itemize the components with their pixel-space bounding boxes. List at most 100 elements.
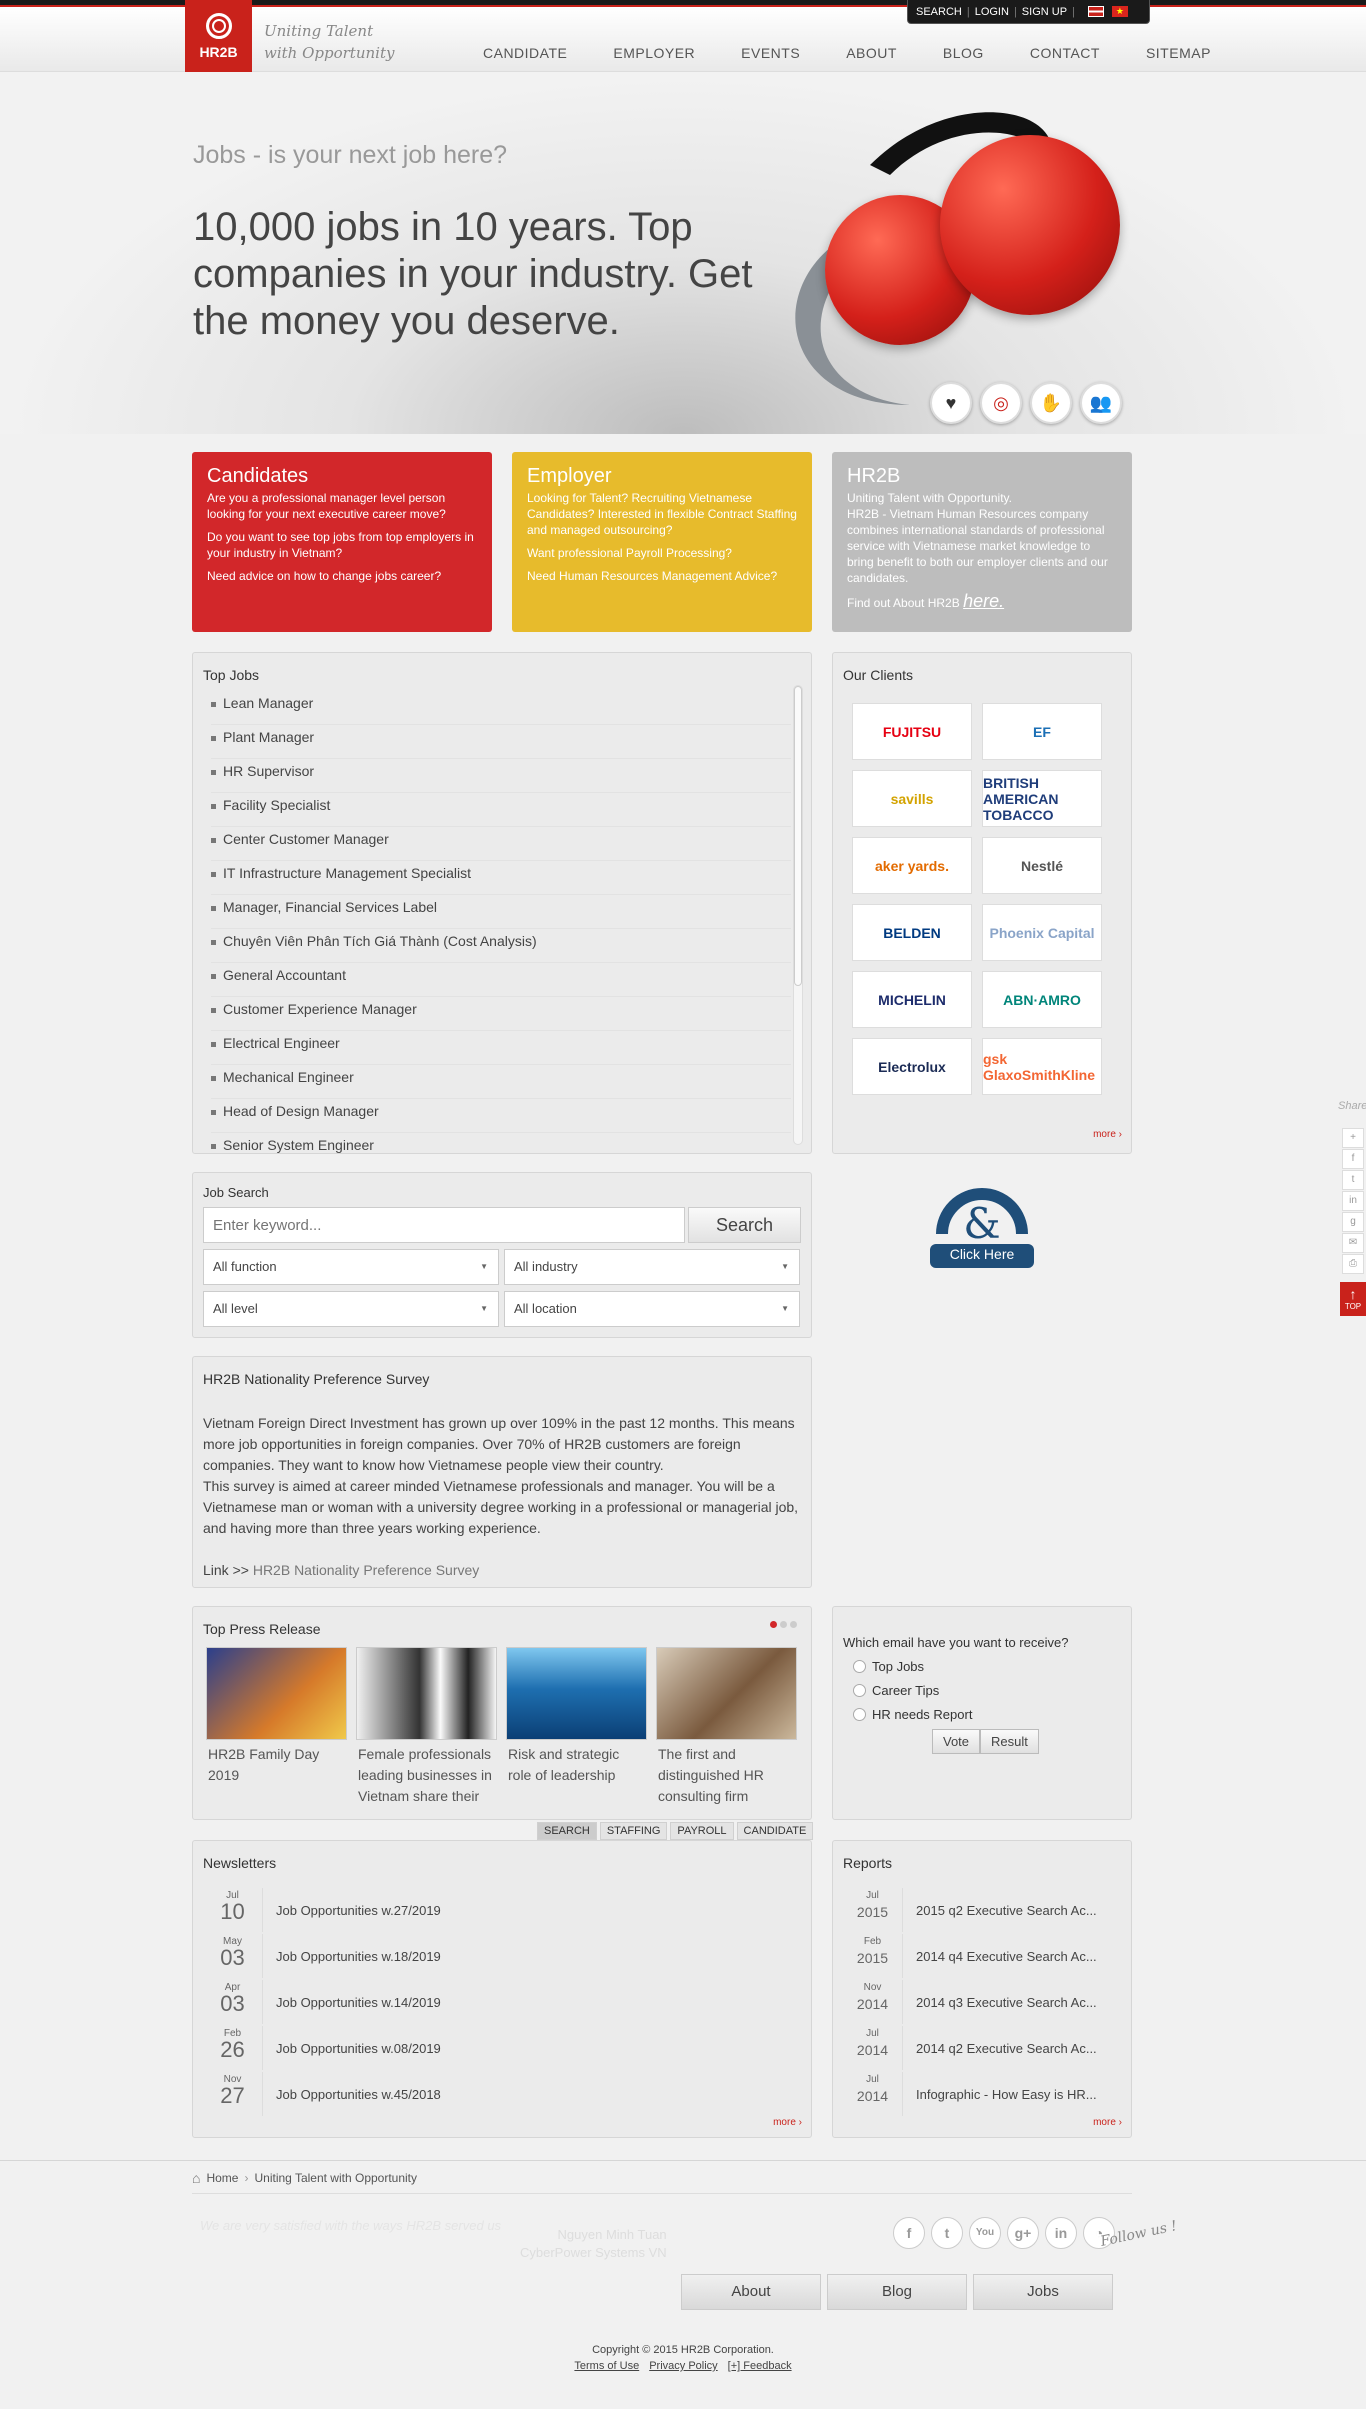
client-logo[interactable]: Nestlé bbox=[982, 837, 1102, 894]
job-link[interactable]: Senior System Engineer bbox=[211, 1133, 791, 1153]
nav-events[interactable]: EVENTS bbox=[718, 45, 823, 61]
newsletters-more-link[interactable]: more › bbox=[773, 2117, 802, 2128]
nav-candidate[interactable]: CANDIDATE bbox=[460, 45, 590, 61]
client-logo[interactable]: ABN·AMRO bbox=[982, 971, 1102, 1028]
job-link[interactable]: General Accountant bbox=[211, 963, 791, 997]
vote-button[interactable]: Vote bbox=[932, 1729, 981, 1754]
item-title[interactable]: 2014 q4 Executive Search Ac... bbox=[903, 1949, 1097, 1964]
list-item[interactable]: Jul 10 Job Opportunities w.27/2019 bbox=[203, 1887, 441, 1933]
radio-icon[interactable] bbox=[853, 1708, 866, 1721]
press-item[interactable]: Risk and strategic role of leadership bbox=[504, 1647, 647, 1786]
client-logo[interactable]: BELDEN bbox=[852, 904, 972, 961]
privacy-link[interactable]: Privacy Policy bbox=[649, 2358, 717, 2374]
function-select[interactable]: All function bbox=[203, 1249, 499, 1285]
list-item[interactable]: Nov 2014 2014 q3 Executive Search Ac... bbox=[843, 1979, 1097, 2025]
item-title[interactable]: Job Opportunities w.14/2019 bbox=[263, 1995, 441, 2010]
client-logo[interactable]: Phoenix Capital bbox=[982, 904, 1102, 961]
breadcrumb-home[interactable]: Home bbox=[206, 2171, 238, 2185]
item-title[interactable]: Job Opportunities w.08/2019 bbox=[263, 2041, 441, 2056]
slide-thumb-1[interactable]: ♥ bbox=[930, 382, 972, 424]
search-button[interactable]: Search bbox=[688, 1207, 801, 1243]
list-item[interactable]: Nov 27 Job Opportunities w.45/2018 bbox=[203, 2071, 441, 2117]
job-link[interactable]: Facility Specialist bbox=[211, 793, 791, 827]
item-title[interactable]: 2015 q2 Executive Search Ac... bbox=[903, 1903, 1097, 1918]
level-select[interactable]: All level bbox=[203, 1291, 499, 1327]
list-item[interactable]: Jul 2014 2014 q2 Executive Search Ac... bbox=[843, 2025, 1097, 2071]
google-plus-icon[interactable]: g+ bbox=[1007, 2217, 1039, 2249]
pager-dot[interactable] bbox=[780, 1621, 787, 1628]
pager-dot[interactable] bbox=[770, 1621, 777, 1628]
job-link[interactable]: Mechanical Engineer bbox=[211, 1065, 791, 1099]
share-google-icon[interactable]: g bbox=[1342, 1212, 1364, 1232]
candidates-box[interactable]: Candidates Are you a professional manage… bbox=[192, 452, 492, 632]
employer-box[interactable]: Employer Looking for Talent? Recruiting … bbox=[512, 452, 812, 632]
tag-staffing[interactable]: STAFFING bbox=[599, 1822, 668, 1840]
list-item[interactable]: Apr 03 Job Opportunities w.14/2019 bbox=[203, 1979, 441, 2025]
signup-link[interactable]: SIGN UP bbox=[1022, 6, 1067, 18]
scrollbar-thumb[interactable] bbox=[794, 686, 802, 986]
clients-more-link[interactable]: more › bbox=[1093, 1129, 1122, 1140]
english-flag-icon[interactable] bbox=[1087, 6, 1104, 17]
job-link[interactable]: Plant Manager bbox=[211, 725, 791, 759]
client-logo[interactable]: gsk GlaxoSmithKline bbox=[982, 1038, 1102, 1095]
survey-link[interactable]: HR2B Nationality Preference Survey bbox=[253, 1562, 479, 1578]
poll-option-top-jobs[interactable]: Top Jobs bbox=[853, 1659, 924, 1674]
nav-blog[interactable]: BLOG bbox=[920, 45, 1007, 61]
dun-bradstreet-badge[interactable]: & Click Here bbox=[928, 1176, 1036, 1272]
youtube-icon[interactable]: You bbox=[969, 2217, 1001, 2249]
item-title[interactable]: 2014 q2 Executive Search Ac... bbox=[903, 2041, 1097, 2056]
result-button[interactable]: Result bbox=[980, 1729, 1039, 1754]
nav-sitemap[interactable]: SITEMAP bbox=[1123, 45, 1234, 61]
job-link[interactable]: HR Supervisor bbox=[211, 759, 791, 793]
footer-blog-button[interactable]: Blog bbox=[827, 2274, 967, 2310]
utility-search-link[interactable]: SEARCH bbox=[916, 6, 962, 18]
share-email-icon[interactable]: ✉ bbox=[1342, 1233, 1364, 1253]
share-twitter-icon[interactable]: t bbox=[1342, 1170, 1364, 1190]
location-select[interactable]: All location bbox=[504, 1291, 800, 1327]
nav-about[interactable]: ABOUT bbox=[823, 45, 920, 61]
vietnam-flag-icon[interactable]: ★ bbox=[1111, 6, 1128, 17]
slide-thumb-3[interactable]: ✋ bbox=[1030, 382, 1072, 424]
footer-about-button[interactable]: About bbox=[681, 2274, 821, 2310]
reports-more-link[interactable]: more › bbox=[1093, 2117, 1122, 2128]
press-item[interactable]: HR2B Family Day 2019 bbox=[204, 1647, 347, 1786]
job-link[interactable]: Manager, Financial Services Label bbox=[211, 895, 791, 929]
item-title[interactable]: Job Opportunities w.18/2019 bbox=[263, 1949, 441, 1964]
login-link[interactable]: LOGIN bbox=[975, 6, 1009, 18]
top-jobs-scrollbar[interactable] bbox=[793, 685, 803, 1145]
item-title[interactable]: Infographic - How Easy is HR... bbox=[903, 2087, 1097, 2102]
client-logo[interactable]: aker yards. bbox=[852, 837, 972, 894]
nav-employer[interactable]: EMPLOYER bbox=[590, 45, 718, 61]
job-link[interactable]: Customer Experience Manager bbox=[211, 997, 791, 1031]
nav-contact[interactable]: CONTACT bbox=[1007, 45, 1123, 61]
dnb-click-here[interactable]: Click Here bbox=[930, 1246, 1034, 1262]
pager-dot[interactable] bbox=[790, 1621, 797, 1628]
item-title[interactable]: 2014 q3 Executive Search Ac... bbox=[903, 1995, 1097, 2010]
client-logo[interactable]: FUJITSU bbox=[852, 703, 972, 760]
job-link[interactable]: Chuyên Viên Phân Tích Giá Thành (Cost An… bbox=[211, 929, 791, 963]
client-logo[interactable]: MICHELIN bbox=[852, 971, 972, 1028]
about-here-link[interactable]: here. bbox=[963, 591, 1004, 611]
client-logo[interactable]: BRITISH AMERICAN TOBACCO bbox=[982, 770, 1102, 827]
linkedin-icon[interactable]: in bbox=[1045, 2217, 1077, 2249]
radio-icon[interactable] bbox=[853, 1684, 866, 1697]
footer-jobs-button[interactable]: Jobs bbox=[973, 2274, 1113, 2310]
tag-search[interactable]: SEARCH bbox=[537, 1822, 597, 1840]
logo[interactable]: HR2B bbox=[185, 0, 252, 72]
client-logo[interactable]: savills bbox=[852, 770, 972, 827]
list-item[interactable]: Feb 2015 2014 q4 Executive Search Ac... bbox=[843, 1933, 1097, 1979]
job-link[interactable]: Head of Design Manager bbox=[211, 1099, 791, 1133]
item-title[interactable]: Job Opportunities w.27/2019 bbox=[263, 1903, 441, 1918]
share-plus-icon[interactable]: + bbox=[1342, 1128, 1364, 1148]
list-item[interactable]: Jul 2015 2015 q2 Executive Search Ac... bbox=[843, 1887, 1097, 1933]
client-logo[interactable]: EF bbox=[982, 703, 1102, 760]
slide-thumb-2[interactable]: ◎ bbox=[980, 382, 1022, 424]
press-item[interactable]: Female professionals leading businesses … bbox=[354, 1647, 497, 1807]
job-link[interactable]: Lean Manager bbox=[211, 691, 791, 725]
share-linkedin-icon[interactable]: in bbox=[1342, 1191, 1364, 1211]
job-link[interactable]: Center Customer Manager bbox=[211, 827, 791, 861]
item-title[interactable]: Job Opportunities w.45/2018 bbox=[263, 2087, 441, 2102]
list-item[interactable]: Feb 26 Job Opportunities w.08/2019 bbox=[203, 2025, 441, 2071]
facebook-icon[interactable]: f bbox=[893, 2217, 925, 2249]
tag-candidate[interactable]: CANDIDATE bbox=[736, 1822, 814, 1840]
